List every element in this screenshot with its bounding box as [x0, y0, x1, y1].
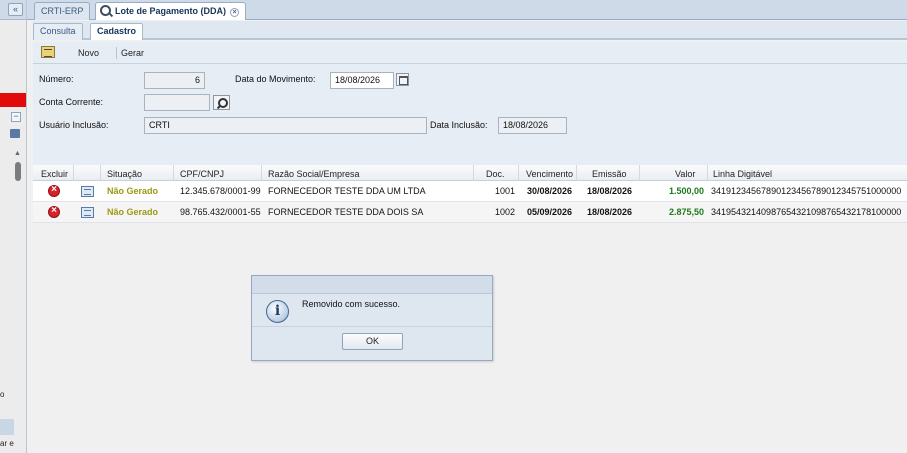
grid-header: Excluir Situação CPF/CNPJ Razão Social/E…: [33, 165, 907, 181]
left-panel: « − ▲ o ar e: [0, 0, 27, 453]
column-separator: [576, 165, 577, 181]
close-tab-icon[interactable]: ×: [230, 8, 240, 17]
col-vencimento[interactable]: Vencimento: [526, 169, 573, 179]
message-dialog: Removido com sucesso. OK: [251, 275, 493, 361]
razao-social-cell: FORNECEDOR TESTE DDA DOIS SA: [268, 207, 424, 217]
column-separator: [100, 165, 101, 181]
usuario-inclusao-field[interactable]: CRTI: [144, 117, 427, 134]
data-movimento-label: Data do Movimento:: [235, 74, 316, 84]
conta-corrente-field[interactable]: [144, 94, 210, 111]
linha-digitavel-cell: 34195432140987654321098765432178100000: [711, 207, 902, 217]
left-panel-text: ar e: [0, 439, 14, 448]
tab-consulta[interactable]: Consulta: [33, 23, 83, 40]
valor-cell: 2.875,50: [669, 207, 705, 217]
left-panel-selected-item[interactable]: [0, 93, 26, 107]
emissao-cell: 18/08/2026: [587, 186, 633, 196]
cpf-cnpj-cell: 98.765.432/0001-55: [180, 207, 261, 217]
column-separator: [639, 165, 640, 181]
column-separator: [173, 165, 174, 181]
left-panel-box[interactable]: [0, 419, 14, 435]
tab-cadastro[interactable]: Cadastro: [90, 23, 144, 40]
tab-label: Lote de Pagamento (DDA): [115, 6, 227, 16]
toolbar: Novo Gerar: [33, 42, 907, 64]
info-icon: [266, 300, 289, 323]
details-icon[interactable]: [81, 186, 94, 197]
cpf-cnpj-cell: 12.345.678/0001-99: [180, 186, 261, 196]
collapse-panel-button[interactable]: «: [8, 3, 23, 16]
col-excluir[interactable]: Excluir: [41, 169, 68, 179]
toolbar-separator: [116, 47, 117, 59]
collapse-tree-icon[interactable]: −: [11, 112, 21, 122]
col-doc[interactable]: Doc.: [486, 169, 505, 179]
search-conta-icon[interactable]: [213, 95, 230, 110]
tree-node-icon[interactable]: [10, 129, 20, 138]
data-inclusao-label: Data Inclusão:: [430, 120, 488, 130]
column-separator: [473, 165, 474, 181]
doc-cell: 1001: [495, 186, 516, 196]
table-row[interactable]: Não Gerado 98.765.432/0001-55 FORNECEDOR…: [33, 202, 907, 223]
emissao-cell: 18/08/2026: [587, 207, 633, 217]
col-cpf-cnpj[interactable]: CPF/CNPJ: [180, 169, 224, 179]
doc-cell: 1002: [495, 207, 516, 217]
column-separator: [73, 165, 74, 181]
column-separator: [518, 165, 519, 181]
novo-button[interactable]: Novo: [78, 48, 99, 58]
dialog-separator: [252, 326, 492, 327]
data-movimento-field[interactable]: 18/08/2026: [330, 72, 394, 89]
delete-icon[interactable]: [48, 205, 60, 218]
sub-tab-bar: Consulta Cadastro: [33, 21, 907, 40]
col-valor[interactable]: Valor: [675, 169, 695, 179]
situacao-cell: Não Gerado: [107, 207, 159, 217]
dialog-title-bar[interactable]: [252, 276, 492, 294]
tab-crti-erp[interactable]: CRTI-ERP: [34, 2, 91, 20]
vencimento-cell: 30/08/2026: [527, 186, 573, 196]
col-razao-social[interactable]: Razão Social/Empresa: [268, 169, 360, 179]
left-panel-text: o: [0, 390, 5, 399]
calendar-icon[interactable]: [396, 73, 409, 86]
col-situacao[interactable]: Situação: [107, 169, 142, 179]
delete-icon[interactable]: [48, 184, 60, 197]
col-linha-digitavel[interactable]: Linha Digitável: [713, 169, 772, 179]
gerar-button[interactable]: Gerar: [121, 48, 144, 58]
tab-lote-pagamento[interactable]: Lote de Pagamento (DDA) ×: [95, 2, 247, 20]
numero-field[interactable]: 6: [144, 72, 205, 89]
details-icon[interactable]: [81, 207, 94, 218]
razao-social-cell: FORNECEDOR TESTE DDA UM LTDA: [268, 186, 426, 196]
dialog-message: Removido com sucesso.: [302, 299, 401, 309]
col-emissao[interactable]: Emissão: [592, 169, 627, 179]
column-separator: [707, 165, 708, 181]
ok-button[interactable]: OK: [342, 333, 403, 350]
valor-cell: 1.500,00: [669, 186, 705, 196]
usuario-inclusao-label: Usuário Inclusão:: [39, 120, 109, 130]
magnifier-icon: [100, 5, 111, 16]
table-row[interactable]: Não Gerado 12.345.678/0001-99 FORNECEDOR…: [33, 181, 907, 202]
new-document-icon[interactable]: [41, 46, 55, 58]
situacao-cell: Não Gerado: [107, 186, 159, 196]
numero-label: Número:: [39, 74, 74, 84]
scrollbar-thumb[interactable]: [15, 162, 21, 181]
cadastro-form: Número: 6 Data do Movimento: 18/08/2026 …: [33, 64, 907, 165]
conta-corrente-label: Conta Corrente:: [39, 97, 104, 107]
linha-digitavel-cell: 34191234567890123456789012345751000000: [711, 186, 902, 196]
tab-label: CRTI-ERP: [41, 6, 84, 16]
data-inclusao-field[interactable]: 18/08/2026: [498, 117, 567, 134]
left-panel-header: «: [0, 0, 26, 20]
column-separator: [261, 165, 262, 181]
vencimento-cell: 05/09/2026: [527, 207, 573, 217]
scroll-up-icon[interactable]: ▲: [14, 150, 21, 157]
main-tab-bar: CRTI-ERP Lote de Pagamento (DDA) ×: [27, 0, 907, 20]
